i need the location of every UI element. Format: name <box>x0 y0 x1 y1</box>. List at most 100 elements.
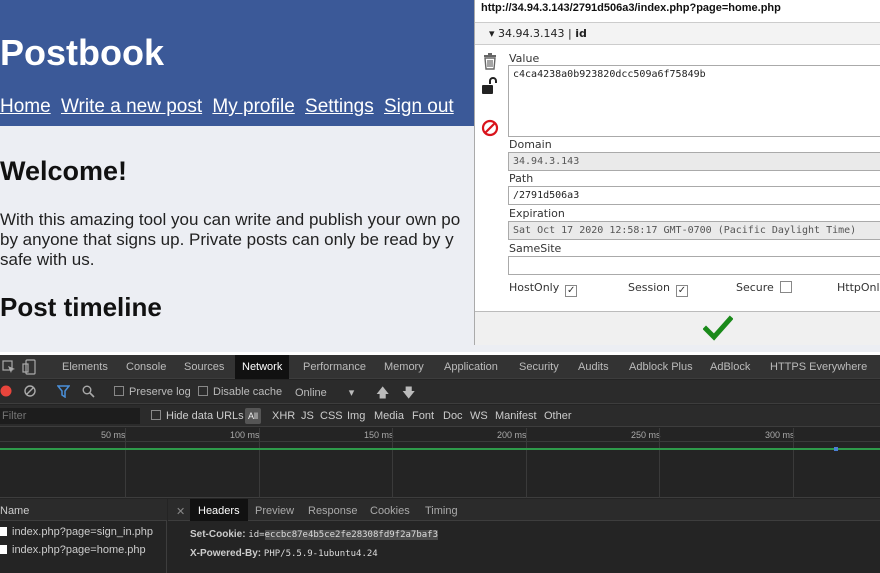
filter-input[interactable] <box>0 408 140 424</box>
filter-type-font[interactable]: Font <box>412 410 434 422</box>
httponly-label: HttpOnl <box>837 281 880 294</box>
tab-cookies[interactable]: Cookies <box>370 505 410 517</box>
post-timeline-heading: Post timeline <box>0 292 162 322</box>
tab-memory[interactable]: Memory <box>384 361 424 373</box>
request-name: index.php?page=sign_in.php <box>12 526 153 538</box>
timeline-tick-label: 300 ms <box>765 430 795 440</box>
inspect-element-icon[interactable] <box>2 360 16 374</box>
tab-application[interactable]: Application <box>444 361 498 373</box>
record-icon[interactable] <box>0 385 12 397</box>
header-key: Set-Cookie: <box>190 529 246 540</box>
hide-data-urls-checkbox[interactable] <box>151 410 161 420</box>
request-row[interactable]: index.php?page=sign_in.php <box>0 523 167 541</box>
filter-type-doc[interactable]: Doc <box>443 410 463 422</box>
export-har-icon[interactable]: 🡇 <box>402 384 415 406</box>
checkmark-icon[interactable] <box>703 315 733 341</box>
disable-cache-checkbox[interactable] <box>198 386 208 396</box>
throttle-select[interactable]: Online ▾ <box>295 386 354 399</box>
nav-home-link[interactable]: Home <box>0 96 51 117</box>
timeline-gridline <box>259 428 260 498</box>
trash-icon[interactable] <box>481 52 499 70</box>
timeline-tick-label: 200 ms <box>497 430 527 440</box>
path-field[interactable]: /2791d506a3 <box>508 186 880 205</box>
search-icon[interactable] <box>82 385 95 398</box>
filter-type-manifest[interactable]: Manifest <box>495 410 537 422</box>
preserve-log-option[interactable]: Preserve log <box>114 386 191 398</box>
request-row[interactable]: index.php?page=home.php <box>0 541 167 559</box>
block-icon[interactable] <box>481 119 499 137</box>
tab-timing[interactable]: Timing <box>425 505 458 517</box>
nav-sign-out-link[interactable]: Sign out <box>384 96 454 117</box>
tab-console[interactable]: Console <box>126 361 166 373</box>
name-column-header[interactable]: Name <box>0 505 29 517</box>
cookie-editor-popup: http://34.94.3.143/2791d506a3/index.php?… <box>474 0 880 345</box>
filter-type-media[interactable]: Media <box>374 410 404 422</box>
tab-security[interactable]: Security <box>519 361 559 373</box>
secure-flag: Secure <box>736 281 792 294</box>
nav-write-post-link[interactable]: Write a new post <box>61 96 202 117</box>
filter-type-ws[interactable]: WS <box>470 410 488 422</box>
hostonly-checkbox[interactable]: ✓ <box>565 285 578 297</box>
secure-label: Secure <box>736 281 774 294</box>
device-toolbar-icon[interactable] <box>22 359 36 375</box>
filter-icon[interactable] <box>57 385 70 398</box>
tab-performance[interactable]: Performance <box>303 361 366 373</box>
preserve-log-checkbox[interactable] <box>114 386 124 396</box>
filter-all-button[interactable]: All <box>245 408 261 424</box>
hide-data-urls-label: Hide data URLs <box>166 410 244 422</box>
header-value-prefix: id= <box>248 530 265 540</box>
document-icon <box>0 527 7 536</box>
hostonly-label: HostOnly <box>509 281 560 294</box>
clear-icon[interactable] <box>24 385 36 397</box>
timeline-axis: 50 ms 100 ms 150 ms 200 ms 250 ms 300 ms <box>0 428 880 442</box>
filter-type-css[interactable]: CSS <box>320 410 343 422</box>
tab-https-everywhere[interactable]: HTTPS Everywhere <box>770 361 867 373</box>
import-har-icon[interactable]: 🡅 <box>376 384 389 406</box>
session-label: Session <box>628 281 670 294</box>
filter-type-xhr[interactable]: XHR <box>272 410 295 422</box>
expiration-field[interactable]: Sat Oct 17 2020 12:58:17 GMT-0700 (Pacif… <box>508 221 880 240</box>
filter-type-other[interactable]: Other <box>544 410 572 422</box>
lock-open-icon[interactable] <box>481 77 499 95</box>
network-timeline[interactable]: 50 ms 100 ms 150 ms 200 ms 250 ms 300 ms <box>0 428 880 498</box>
tab-elements[interactable]: Elements <box>62 361 108 373</box>
disable-cache-option[interactable]: Disable cache <box>198 386 282 398</box>
x-powered-by-header: X-Powered-By: PHP/5.5.9-1ubuntu4.24 <box>190 548 378 559</box>
nav-my-profile-link[interactable]: My profile <box>212 96 294 117</box>
tab-sources[interactable]: Sources <box>184 361 224 373</box>
expand-triangle-icon[interactable]: ▾ <box>489 27 495 40</box>
tab-preview[interactable]: Preview <box>255 505 294 517</box>
close-icon[interactable]: ✕ <box>176 505 185 518</box>
tab-adblock[interactable]: AdBlock <box>710 361 750 373</box>
samesite-field[interactable] <box>508 256 880 275</box>
timeline-tick-label: 100 ms <box>230 430 260 440</box>
preserve-log-label: Preserve log <box>129 386 191 398</box>
timeline-gridline <box>659 428 660 498</box>
throttle-value: Online <box>295 387 327 399</box>
value-textarea[interactable]: c4ca4238a0b923820dcc509a6f75849b <box>508 65 880 137</box>
filter-type-img[interactable]: Img <box>347 410 365 422</box>
tab-headers[interactable]: Headers <box>190 499 248 521</box>
timeline-tick-label: 250 ms <box>631 430 661 440</box>
filter-bar: Hide data URLs All XHR JS CSS Img Media … <box>0 405 880 427</box>
filter-type-js[interactable]: JS <box>301 410 314 422</box>
header-value: PHP/5.5.9-1ubuntu4.24 <box>263 549 378 559</box>
secure-checkbox[interactable] <box>779 281 792 293</box>
nav-settings-link[interactable]: Settings <box>305 96 374 117</box>
expiration-label: Expiration <box>509 207 565 220</box>
hide-data-urls-option[interactable]: Hide data URLs <box>151 410 244 422</box>
tab-network[interactable]: Network <box>235 355 290 379</box>
tab-adblock-plus[interactable]: Adblock Plus <box>629 361 693 373</box>
tab-audits[interactable]: Audits <box>578 361 609 373</box>
session-checkbox[interactable]: ✓ <box>675 285 688 297</box>
path-label: Path <box>509 172 534 185</box>
timeline-gridline <box>125 428 126 498</box>
tab-response[interactable]: Response <box>308 505 358 517</box>
popup-footer <box>475 311 880 345</box>
domain-field[interactable]: 34.94.3.143 <box>508 152 880 171</box>
cookie-row[interactable]: ▾ 34.94.3.143 | id <box>475 22 880 45</box>
network-bottom-pane: Name index.php?page=sign_in.php index.ph… <box>0 499 880 573</box>
timeline-gridline <box>526 428 527 498</box>
httponly-flag: HttpOnl <box>837 281 880 294</box>
request-detail-pane: ✕ Headers Preview Response Cookies Timin… <box>168 499 880 573</box>
